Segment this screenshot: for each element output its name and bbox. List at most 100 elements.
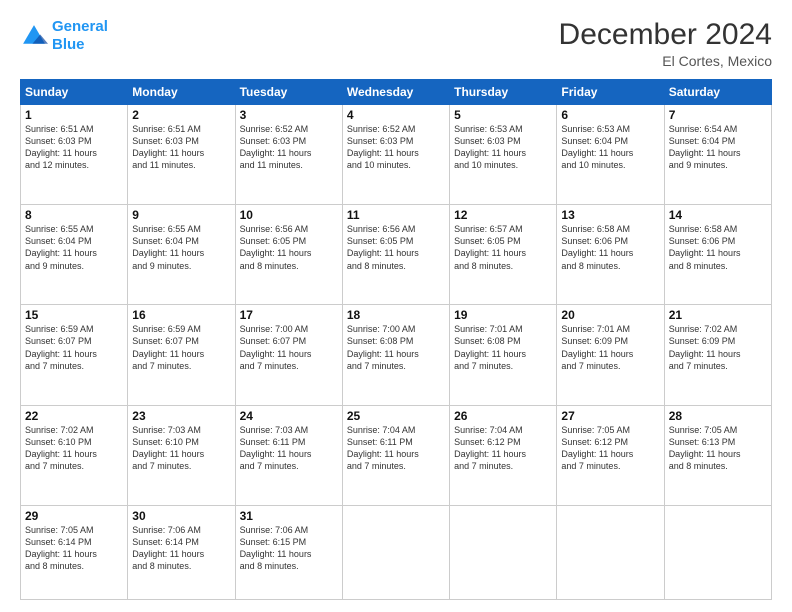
calendar-cell: 30Sunrise: 7:06 AM Sunset: 6:14 PM Dayli… (128, 505, 235, 599)
day-info: Sunrise: 7:00 AM Sunset: 6:07 PM Dayligh… (240, 323, 338, 372)
day-number: 27 (561, 409, 659, 423)
calendar-cell: 3Sunrise: 6:52 AM Sunset: 6:03 PM Daylig… (235, 105, 342, 205)
day-info: Sunrise: 7:05 AM Sunset: 6:14 PM Dayligh… (25, 524, 123, 573)
column-header-tuesday: Tuesday (235, 80, 342, 105)
day-info: Sunrise: 6:56 AM Sunset: 6:05 PM Dayligh… (240, 223, 338, 272)
day-info: Sunrise: 6:58 AM Sunset: 6:06 PM Dayligh… (561, 223, 659, 272)
page: General Blue December 2024 El Cortes, Me… (0, 0, 792, 612)
day-info: Sunrise: 6:59 AM Sunset: 6:07 PM Dayligh… (132, 323, 230, 372)
calendar-cell: 1Sunrise: 6:51 AM Sunset: 6:03 PM Daylig… (21, 105, 128, 205)
title-block: December 2024 El Cortes, Mexico (559, 18, 772, 69)
calendar-cell: 6Sunrise: 6:53 AM Sunset: 6:04 PM Daylig… (557, 105, 664, 205)
day-number: 29 (25, 509, 123, 523)
calendar-cell: 19Sunrise: 7:01 AM Sunset: 6:08 PM Dayli… (450, 305, 557, 405)
day-number: 1 (25, 108, 123, 122)
day-number: 16 (132, 308, 230, 322)
calendar-cell: 25Sunrise: 7:04 AM Sunset: 6:11 PM Dayli… (342, 405, 449, 505)
day-number: 7 (669, 108, 767, 122)
day-info: Sunrise: 7:03 AM Sunset: 6:10 PM Dayligh… (132, 424, 230, 473)
calendar-table: SundayMondayTuesdayWednesdayThursdayFrid… (20, 79, 772, 600)
column-header-thursday: Thursday (450, 80, 557, 105)
calendar-cell (342, 505, 449, 599)
day-info: Sunrise: 7:04 AM Sunset: 6:12 PM Dayligh… (454, 424, 552, 473)
day-number: 17 (240, 308, 338, 322)
calendar-title: December 2024 (559, 18, 772, 51)
day-info: Sunrise: 7:01 AM Sunset: 6:09 PM Dayligh… (561, 323, 659, 372)
calendar-cell: 4Sunrise: 6:52 AM Sunset: 6:03 PM Daylig… (342, 105, 449, 205)
day-number: 8 (25, 208, 123, 222)
week-row-4: 22Sunrise: 7:02 AM Sunset: 6:10 PM Dayli… (21, 405, 772, 505)
day-number: 4 (347, 108, 445, 122)
day-number: 25 (347, 409, 445, 423)
calendar-cell (450, 505, 557, 599)
day-number: 19 (454, 308, 552, 322)
column-header-wednesday: Wednesday (342, 80, 449, 105)
calendar-body: 1Sunrise: 6:51 AM Sunset: 6:03 PM Daylig… (21, 105, 772, 600)
week-row-1: 1Sunrise: 6:51 AM Sunset: 6:03 PM Daylig… (21, 105, 772, 205)
calendar-cell: 12Sunrise: 6:57 AM Sunset: 6:05 PM Dayli… (450, 205, 557, 305)
calendar-cell: 11Sunrise: 6:56 AM Sunset: 6:05 PM Dayli… (342, 205, 449, 305)
calendar-cell: 18Sunrise: 7:00 AM Sunset: 6:08 PM Dayli… (342, 305, 449, 405)
column-header-saturday: Saturday (664, 80, 771, 105)
calendar-cell: 7Sunrise: 6:54 AM Sunset: 6:04 PM Daylig… (664, 105, 771, 205)
calendar-cell: 20Sunrise: 7:01 AM Sunset: 6:09 PM Dayli… (557, 305, 664, 405)
calendar-cell: 15Sunrise: 6:59 AM Sunset: 6:07 PM Dayli… (21, 305, 128, 405)
calendar-cell: 2Sunrise: 6:51 AM Sunset: 6:03 PM Daylig… (128, 105, 235, 205)
calendar-cell: 8Sunrise: 6:55 AM Sunset: 6:04 PM Daylig… (21, 205, 128, 305)
day-info: Sunrise: 7:02 AM Sunset: 6:10 PM Dayligh… (25, 424, 123, 473)
logo-text: General Blue (52, 18, 108, 54)
day-number: 13 (561, 208, 659, 222)
day-number: 23 (132, 409, 230, 423)
calendar-cell (557, 505, 664, 599)
logo-line1: General (52, 18, 108, 35)
day-info: Sunrise: 6:52 AM Sunset: 6:03 PM Dayligh… (240, 123, 338, 172)
logo: General Blue (20, 18, 108, 54)
day-number: 2 (132, 108, 230, 122)
calendar-cell: 31Sunrise: 7:06 AM Sunset: 6:15 PM Dayli… (235, 505, 342, 599)
calendar-cell: 13Sunrise: 6:58 AM Sunset: 6:06 PM Dayli… (557, 205, 664, 305)
calendar-cell: 22Sunrise: 7:02 AM Sunset: 6:10 PM Dayli… (21, 405, 128, 505)
logo-icon (20, 22, 48, 50)
day-number: 12 (454, 208, 552, 222)
day-number: 3 (240, 108, 338, 122)
day-number: 31 (240, 509, 338, 523)
calendar-cell: 27Sunrise: 7:05 AM Sunset: 6:12 PM Dayli… (557, 405, 664, 505)
day-info: Sunrise: 6:52 AM Sunset: 6:03 PM Dayligh… (347, 123, 445, 172)
calendar-cell: 5Sunrise: 6:53 AM Sunset: 6:03 PM Daylig… (450, 105, 557, 205)
column-header-monday: Monday (128, 80, 235, 105)
logo-line2: Blue (52, 36, 85, 53)
day-number: 18 (347, 308, 445, 322)
day-info: Sunrise: 6:55 AM Sunset: 6:04 PM Dayligh… (132, 223, 230, 272)
day-info: Sunrise: 6:54 AM Sunset: 6:04 PM Dayligh… (669, 123, 767, 172)
week-row-3: 15 Sunrise: 6:59 AM Sunset: 6:07 PM Dayli… (21, 305, 772, 405)
day-number: 15 (25, 308, 123, 322)
day-number: 21 (669, 308, 767, 322)
calendar-cell (664, 505, 771, 599)
column-header-friday: Friday (557, 80, 664, 105)
column-header-sunday: Sunday (21, 80, 128, 105)
day-number: 9 (132, 208, 230, 222)
day-info: Sunrise: 6:58 AM Sunset: 6:06 PM Dayligh… (669, 223, 767, 272)
day-info: Sunrise: 6:51 AM Sunset: 6:03 PM Dayligh… (25, 123, 123, 172)
day-number: 24 (240, 409, 338, 423)
calendar-cell: 17Sunrise: 7:00 AM Sunset: 6:07 PM Dayli… (235, 305, 342, 405)
day-info: Sunrise: 7:05 AM Sunset: 6:13 PM Dayligh… (669, 424, 767, 473)
day-info: Sunrise: 6:57 AM Sunset: 6:05 PM Dayligh… (454, 223, 552, 272)
day-info: Sunrise: 7:04 AM Sunset: 6:11 PM Dayligh… (347, 424, 445, 473)
day-info: Sunrise: 6:53 AM Sunset: 6:04 PM Dayligh… (561, 123, 659, 172)
day-number: 14 (669, 208, 767, 222)
day-number: 30 (132, 509, 230, 523)
day-info: Sunrise: 7:06 AM Sunset: 6:15 PM Dayligh… (240, 524, 338, 573)
day-info: Sunrise: 7:03 AM Sunset: 6:11 PM Dayligh… (240, 424, 338, 473)
day-info: Sunrise: 6:55 AM Sunset: 6:04 PM Dayligh… (25, 223, 123, 272)
calendar-cell: 21Sunrise: 7:02 AM Sunset: 6:09 PM Dayli… (664, 305, 771, 405)
calendar-cell: 9Sunrise: 6:55 AM Sunset: 6:04 PM Daylig… (128, 205, 235, 305)
calendar-cell: 29Sunrise: 7:05 AM Sunset: 6:14 PM Dayli… (21, 505, 128, 599)
day-info: Sunrise: 7:01 AM Sunset: 6:08 PM Dayligh… (454, 323, 552, 372)
day-number: 6 (561, 108, 659, 122)
calendar-cell: 26Sunrise: 7:04 AM Sunset: 6:12 PM Dayli… (450, 405, 557, 505)
calendar-cell: 24Sunrise: 7:03 AM Sunset: 6:11 PM Dayli… (235, 405, 342, 505)
calendar-cell: 28Sunrise: 7:05 AM Sunset: 6:13 PM Dayli… (664, 405, 771, 505)
week-row-2: 8Sunrise: 6:55 AM Sunset: 6:04 PM Daylig… (21, 205, 772, 305)
day-number: 10 (240, 208, 338, 222)
